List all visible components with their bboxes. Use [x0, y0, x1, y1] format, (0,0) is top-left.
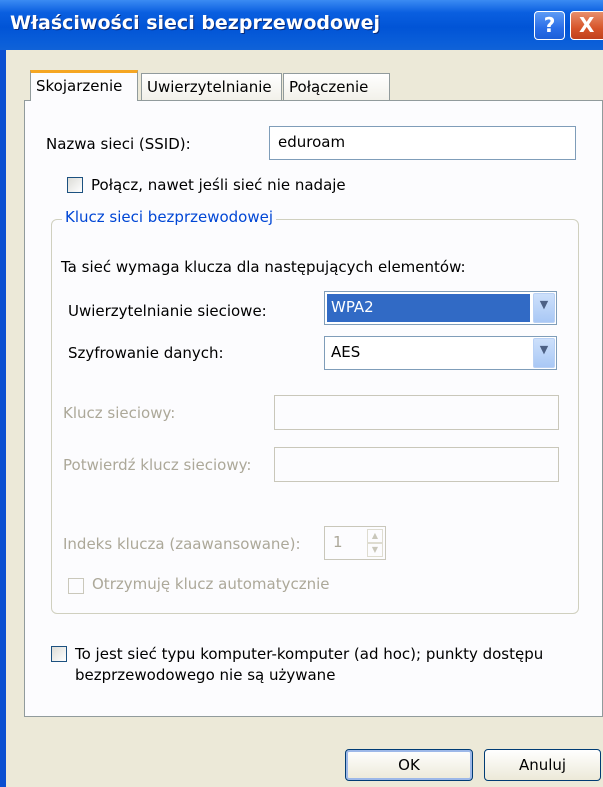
dialog-window: Właściwości sieci bezprzewodowej ? X Sko…	[0, 0, 603, 787]
confirm-key-input[interactable]	[274, 447, 559, 482]
encryption-label: Szyfrowanie danych:	[68, 344, 224, 362]
connect-nonbroadcast-label: Połącz, nawet jeśli sieć nie nadaje	[91, 176, 346, 194]
connect-nonbroadcast-checkbox[interactable]	[67, 177, 83, 193]
ssid-value: eduroam	[278, 133, 346, 151]
help-button[interactable]: ?	[534, 11, 565, 40]
network-key-input[interactable]	[274, 395, 559, 430]
tab-label: Skojarzenie	[36, 77, 123, 95]
cancel-button[interactable]: Anuluj	[484, 749, 601, 781]
window-title: Właściwości sieci bezprzewodowej	[10, 12, 380, 34]
key-index-value: 1	[333, 533, 343, 551]
confirm-key-label: Potwierdź klucz sieciowy:	[63, 456, 252, 474]
tab-skojarzenie[interactable]: Skojarzenie	[30, 70, 138, 101]
ok-button[interactable]: OK	[345, 749, 473, 781]
chevron-down-icon[interactable]: ▼	[533, 338, 555, 368]
window-border-left	[0, 50, 6, 787]
network-key-label: Klucz sieciowy:	[63, 404, 176, 422]
encryption-select[interactable]: AES ▼	[324, 336, 557, 370]
close-button[interactable]: X	[570, 11, 603, 40]
key-index-label: Indeks klucza (zaawansowane):	[63, 535, 301, 553]
spin-down-icon[interactable]: ▼	[367, 543, 383, 557]
auto-key-checkbox[interactable]	[68, 578, 84, 594]
wireless-key-group-title: Klucz sieci bezprzewodowej	[62, 208, 277, 226]
tab-label: Połączenie	[289, 78, 369, 96]
ssid-input[interactable]: eduroam	[269, 126, 576, 160]
adhoc-checkbox[interactable]	[51, 646, 67, 662]
title-bar[interactable]: Właściwości sieci bezprzewodowej ? X	[0, 0, 603, 50]
auto-key-label: Otrzymuję klucz automatycznie	[92, 575, 330, 593]
tab-uwierzytelnianie[interactable]: Uwierzytelnianie	[141, 73, 282, 100]
spin-up-icon[interactable]: ▲	[367, 529, 383, 543]
tab-polaczenie[interactable]: Połączenie	[283, 73, 390, 100]
adhoc-label-line2: bezprzewodowego nie są używane	[75, 666, 336, 684]
close-icon: X	[579, 13, 595, 37]
auth-select[interactable]: WPA2 ▼	[324, 291, 557, 325]
auth-value: WPA2	[327, 294, 530, 322]
auth-label: Uwierzytelnianie sieciowe:	[68, 302, 267, 320]
chevron-down-icon[interactable]: ▼	[533, 293, 555, 323]
adhoc-label-line1: To jest sieć typu komputer-komputer (ad …	[75, 645, 544, 663]
question-mark-icon: ?	[543, 13, 556, 37]
encryption-value: AES	[331, 343, 361, 361]
ssid-label: Nazwa sieci (SSID):	[46, 135, 191, 153]
key-index-spinner[interactable]: 1 ▲ ▼	[324, 526, 386, 560]
tab-label: Uwierzytelnianie	[147, 78, 272, 96]
key-required-text: Ta sieć wymaga klucza dla następujących …	[61, 258, 466, 276]
